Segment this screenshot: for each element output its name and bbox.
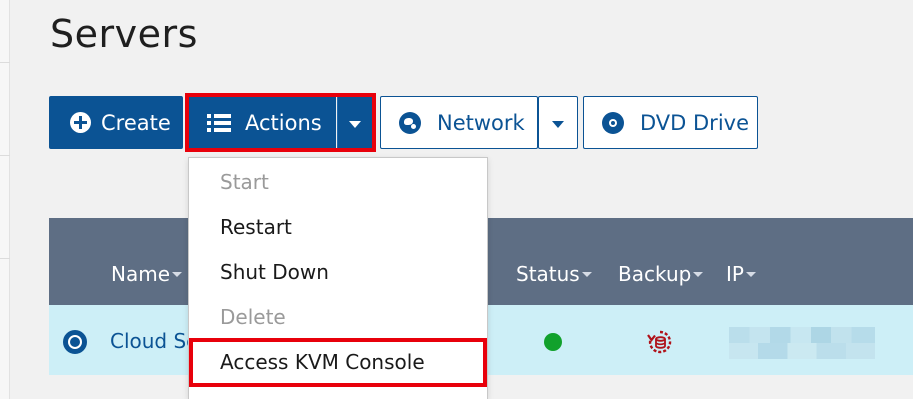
create-button[interactable]: Create [49, 96, 183, 149]
create-button-label: Create [101, 110, 171, 135]
network-button[interactable]: Network [380, 96, 538, 149]
divider [0, 155, 10, 156]
menu-item-delete: Delete [220, 305, 286, 329]
actions-dropdown-toggle[interactable] [337, 97, 372, 148]
sort-caret-icon [745, 271, 756, 277]
dvd-drive-button[interactable]: DVD Drive [583, 96, 758, 149]
page-title: Servers [50, 12, 198, 56]
sort-caret-icon [172, 271, 183, 277]
column-header-label: Name [111, 262, 171, 286]
menu-item-restart[interactable]: Restart [220, 215, 292, 239]
actions-button[interactable]: Actions [189, 97, 336, 148]
dvd-drive-button-label: DVD Drive [640, 110, 749, 135]
divider [0, 62, 10, 63]
column-header-label: Status [516, 262, 580, 286]
menu-item-access-kvm-console[interactable]: Access KVM Console [220, 350, 425, 374]
network-dropdown-toggle[interactable] [538, 96, 578, 149]
column-header-ip[interactable]: IP [726, 262, 756, 286]
server-name-link[interactable]: Cloud Se [110, 329, 199, 353]
status-online-indicator [544, 333, 562, 351]
caret-down-icon [552, 121, 564, 128]
plus-circle-icon [70, 112, 91, 133]
menu-item-shut-down[interactable]: Shut Down [220, 260, 329, 284]
divider [0, 258, 10, 259]
actions-dropdown-menu: Start Restart Shut Down Delete Access KV… [188, 157, 488, 399]
globe-icon [399, 111, 421, 134]
disc-icon [602, 111, 624, 134]
backup-restore-icon[interactable] [647, 329, 673, 355]
actions-button-label: Actions [245, 110, 322, 135]
ip-address-redacted [729, 327, 875, 359]
row-select-radio[interactable] [63, 330, 87, 354]
column-header-label: IP [726, 262, 744, 286]
network-button-label: Network [437, 110, 525, 135]
list-icon [207, 113, 231, 132]
caret-down-icon [349, 121, 361, 128]
column-header-name[interactable]: Name [111, 262, 183, 286]
menu-item-start: Start [220, 170, 269, 194]
left-edge-panel [0, 0, 10, 399]
column-header-status[interactable]: Status [516, 262, 592, 286]
sort-caret-icon [693, 271, 704, 277]
column-header-backup[interactable]: Backup [618, 262, 704, 286]
actions-button-group: Actions [185, 93, 376, 152]
sort-caret-icon [581, 271, 592, 277]
column-header-label: Backup [618, 262, 692, 286]
